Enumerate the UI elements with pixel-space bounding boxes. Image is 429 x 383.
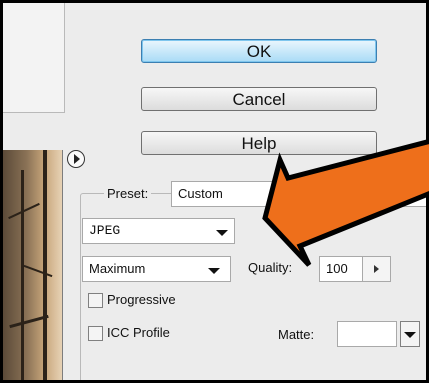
annotation-arrow-shape — [262, 138, 429, 267]
annotation-arrow — [262, 138, 429, 267]
